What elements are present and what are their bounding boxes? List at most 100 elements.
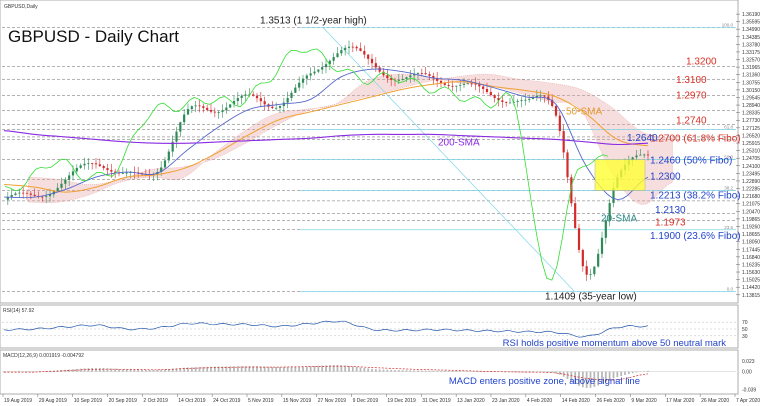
candle-body [336,53,339,58]
candle-body [25,192,29,194]
macd-histogram-bar [635,371,638,373]
candle-body [466,83,469,85]
candle-body [79,165,82,168]
macd-histogram-bar [371,368,373,372]
price-tick-label: 1.33175 [742,50,760,56]
candle-body [275,107,278,109]
date-tick-label: 17 Mar 2020 [666,398,694,404]
macd-histogram-bar [647,370,649,372]
candle-body [106,168,109,171]
price-tick-label: 1.25310 [742,149,760,155]
macd-histogram-bar [144,369,147,372]
macd-histogram-bar [374,369,377,372]
macd-header: MACD(12,26,9) 0.001919 -0.004792 [3,353,84,359]
candle-body [508,102,512,104]
candle-body [64,179,67,184]
date-tick-label: 9 Dec 2019 [353,398,379,404]
candle-body [33,194,36,196]
price-tick-label: 1.15025 [742,278,760,284]
candle-body [87,163,90,164]
candle-body [244,94,247,96]
candle-body [22,192,25,194]
macd-histogram-bar [443,370,446,372]
candle-body [447,84,450,86]
candle-body [485,88,489,92]
candle-body [298,82,301,88]
candle-body [424,73,427,75]
macd-histogram-bar [624,371,626,375]
macd-histogram-bar [627,371,630,375]
candle-body [600,237,604,254]
candle-body [347,46,351,48]
candle-body [213,111,216,113]
price-tick-label: 1.24705 [742,156,760,162]
macd-histogram-bar [455,371,458,372]
annotation-label: 1.3513 (1 1/2-year high) [260,15,367,26]
macd-histogram-bar [309,366,312,372]
candle-body [443,83,446,85]
date-tick-label: 9 Mar 2020 [631,398,657,404]
macd-histogram-bar [436,370,439,372]
macd-histogram-bar [233,366,235,372]
candle-body [558,115,561,132]
macd-histogram-bar [413,370,416,372]
price-tick-label: 1.20470 [742,209,760,215]
candle-body [478,84,481,87]
macd-tick-label: 0.023 [742,359,755,365]
candle-body [221,110,224,113]
price-tick-label: 1.19260 [742,224,760,230]
annotation-label: 1.3100 [676,75,707,86]
candle-body [554,106,558,116]
macd-histogram-bar [378,369,381,372]
macd-histogram-bar [114,368,117,372]
macd-histogram-bar [424,370,427,372]
date-tick-label: 19 Aug 2019 [4,398,32,404]
candle-body [294,87,297,93]
candle-body [489,91,492,96]
annotation-label: 1.2300 [650,172,681,183]
candle-body [409,75,412,78]
date-tick-label: 7 Apr 2020 [736,398,760,404]
candle-body [194,105,197,107]
fib-level-label: 23.6 [724,225,733,230]
candle-body [271,106,274,109]
candle-body [643,154,646,156]
rsi-level-label: 30 [742,334,748,340]
macd-histogram-bar [382,369,385,372]
date-tick-label: 14 Feb 2020 [562,398,590,404]
price-tick-label: 1.26520 [742,133,760,139]
candle-body [635,155,638,158]
macd-histogram-bar [194,367,197,372]
candle-body [263,101,266,105]
candle-body [167,151,170,161]
candle-body [455,85,458,87]
candle-body [255,95,259,99]
candle-body [386,75,389,79]
annotation-label: 1.1900 (23.6% Fibo) [650,231,741,242]
date-tick-label: 20 Sep 2019 [109,398,138,404]
candle-body [202,106,205,108]
price-tick-label: 1.27730 [742,118,760,124]
macd-histogram-bar [275,367,278,372]
price-tick-label: 1.14420 [742,285,760,291]
candle-body [206,107,209,110]
candle-body [562,131,565,153]
macd-histogram-bar [405,370,408,372]
candle-body [516,101,519,102]
candle-body [363,50,366,55]
candle-body [340,50,343,54]
fib-level-label: 61.8 [724,124,733,129]
candle-body [305,75,308,79]
candle-body [401,78,404,81]
macd-histogram-bar [386,369,389,372]
macd-histogram-bar [148,369,151,372]
candle-body [577,228,581,250]
price-tick-label: 1.34990 [742,27,760,33]
macd-tick-label: -0.039 [742,387,756,393]
candle-body [190,106,193,110]
candle-body [646,154,650,156]
candle-body [332,57,335,61]
macd-histogram-bar [302,366,304,372]
date-tick-label: 26 Feb 2020 [597,398,625,404]
macd-histogram-bar [397,370,400,372]
